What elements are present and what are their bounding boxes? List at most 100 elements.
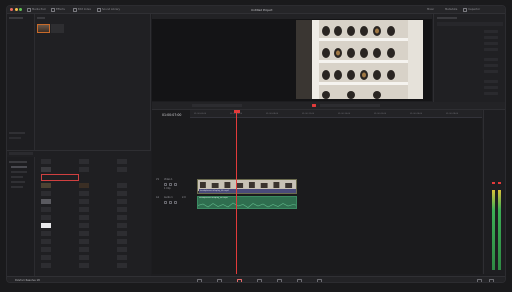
inspector-field[interactable]: [484, 92, 498, 95]
effect-item[interactable]: [117, 255, 147, 260]
effect-item[interactable]: [79, 223, 113, 228]
effect-item[interactable]: [79, 231, 113, 236]
media-page-icon[interactable]: [197, 279, 202, 282]
effect-item[interactable]: [41, 183, 75, 188]
inspector-field[interactable]: [484, 58, 498, 61]
effect-item[interactable]: [41, 247, 75, 252]
audio-transitions-category[interactable]: [11, 171, 27, 173]
fairlight-page-icon[interactable]: [297, 279, 302, 282]
ruler-tick: 01:00:08:00: [266, 113, 279, 115]
effect-item[interactable]: [79, 255, 113, 260]
effect-item[interactable]: [41, 191, 75, 196]
inspector-field[interactable]: [484, 64, 498, 67]
effect-item[interactable]: [117, 239, 147, 244]
effect-item[interactable]: [79, 191, 113, 196]
auto-select-icon[interactable]: [169, 183, 172, 186]
video-clip[interactable]: headphones-display_4k.mp4: [197, 179, 297, 194]
toolbox-category[interactable]: [9, 161, 27, 163]
effect-item[interactable]: [79, 207, 113, 212]
effect-item[interactable]: [79, 167, 113, 172]
effect-item[interactable]: [79, 159, 113, 164]
inspector-tab-bar[interactable]: [437, 22, 503, 26]
inspector-field[interactable]: [484, 86, 498, 89]
toolbar-edit-index[interactable]: Edit Index: [78, 8, 91, 12]
cut-page-icon[interactable]: [217, 279, 222, 282]
titles-category[interactable]: [11, 176, 23, 178]
effect-item[interactable]: [41, 207, 75, 212]
clip-thumbnail-selected[interactable]: [37, 24, 50, 33]
edit-page-icon[interactable]: [237, 279, 242, 282]
video-transitions-category[interactable]: [11, 166, 27, 168]
deliver-page-icon[interactable]: [317, 279, 322, 282]
mute-track-icon[interactable]: [174, 201, 177, 204]
edit-index-icon[interactable]: [73, 8, 77, 12]
inspector-icon[interactable]: [463, 8, 467, 12]
clip-thumbnail[interactable]: [51, 24, 64, 33]
fusion-page-icon[interactable]: [257, 279, 262, 282]
effect-item[interactable]: [117, 167, 147, 172]
effect-item[interactable]: [79, 263, 113, 268]
effect-item[interactable]: [41, 167, 75, 172]
toolbar-inspector[interactable]: Inspector: [468, 8, 480, 12]
playhead[interactable]: [236, 110, 237, 274]
timeline-tools[interactable]: [320, 104, 380, 107]
effect-item[interactable]: [79, 199, 113, 204]
toolbar-mixer[interactable]: Mixer: [427, 8, 434, 12]
effect-item[interactable]: [79, 247, 113, 252]
toolbar-sound-library[interactable]: Sound Library: [102, 8, 120, 12]
effect-item[interactable]: [117, 199, 147, 204]
solo-track-icon[interactable]: [169, 201, 172, 204]
effects-icon[interactable]: [51, 8, 55, 12]
effect-item[interactable]: [117, 263, 147, 268]
effect-item[interactable]: [117, 247, 147, 252]
keywords-item[interactable]: [9, 137, 21, 139]
edit-tools[interactable]: [192, 104, 242, 107]
effect-item[interactable]: [117, 223, 147, 228]
toolbar-media-pool[interactable]: Media Pool: [32, 8, 46, 12]
viewer-video-frame[interactable]: [296, 20, 423, 99]
disable-track-icon[interactable]: [174, 183, 177, 186]
effects-category[interactable]: [11, 186, 23, 188]
effect-item[interactable]: [41, 199, 75, 204]
effect-item[interactable]: [79, 239, 113, 244]
inspector-field[interactable]: [484, 36, 498, 39]
effect-item[interactable]: [117, 183, 147, 188]
effect-item[interactable]: [117, 231, 147, 236]
close-icon[interactable]: [10, 8, 13, 12]
playhead-handle[interactable]: [233, 110, 240, 113]
media-pool-icon[interactable]: [27, 8, 31, 12]
snapping-icon[interactable]: [312, 104, 316, 107]
inspector-field[interactable]: [484, 42, 498, 45]
effect-item[interactable]: [41, 159, 75, 164]
effect-item[interactable]: [117, 207, 147, 212]
effect-item[interactable]: [41, 231, 75, 236]
inspector-field[interactable]: [484, 80, 498, 83]
effect-item[interactable]: [41, 239, 75, 244]
settings-icon[interactable]: [489, 279, 494, 282]
sound-library-icon[interactable]: [97, 8, 101, 12]
effect-item[interactable]: [41, 255, 75, 260]
inspector-field[interactable]: [484, 48, 498, 51]
minimize-icon[interactable]: [14, 8, 18, 12]
effect-item[interactable]: [117, 159, 147, 164]
effect-item[interactable]: [117, 215, 147, 220]
inspector-field[interactable]: [484, 70, 498, 73]
bin-master-item[interactable]: [9, 17, 23, 19]
maximize-icon[interactable]: [19, 8, 22, 12]
smart-bins-item[interactable]: [9, 132, 25, 134]
audio-clip[interactable]: headphones-display_4k.mp4: [197, 196, 297, 209]
color-page-icon[interactable]: [277, 279, 282, 282]
effect-item[interactable]: [79, 183, 113, 188]
toolbar-effects[interactable]: Effects: [56, 8, 65, 12]
lock-track-icon[interactable]: [164, 201, 167, 204]
effect-item[interactable]: [41, 223, 75, 228]
effect-item[interactable]: [117, 191, 147, 196]
generators-category[interactable]: [11, 181, 25, 183]
effect-item[interactable]: [79, 215, 113, 220]
effect-item[interactable]: [41, 263, 75, 268]
toolbar-metadata[interactable]: Metadata: [445, 8, 457, 12]
inspector-field[interactable]: [484, 30, 498, 33]
effect-item[interactable]: [41, 215, 75, 220]
home-icon[interactable]: [477, 279, 482, 282]
lock-track-icon[interactable]: [164, 183, 167, 186]
